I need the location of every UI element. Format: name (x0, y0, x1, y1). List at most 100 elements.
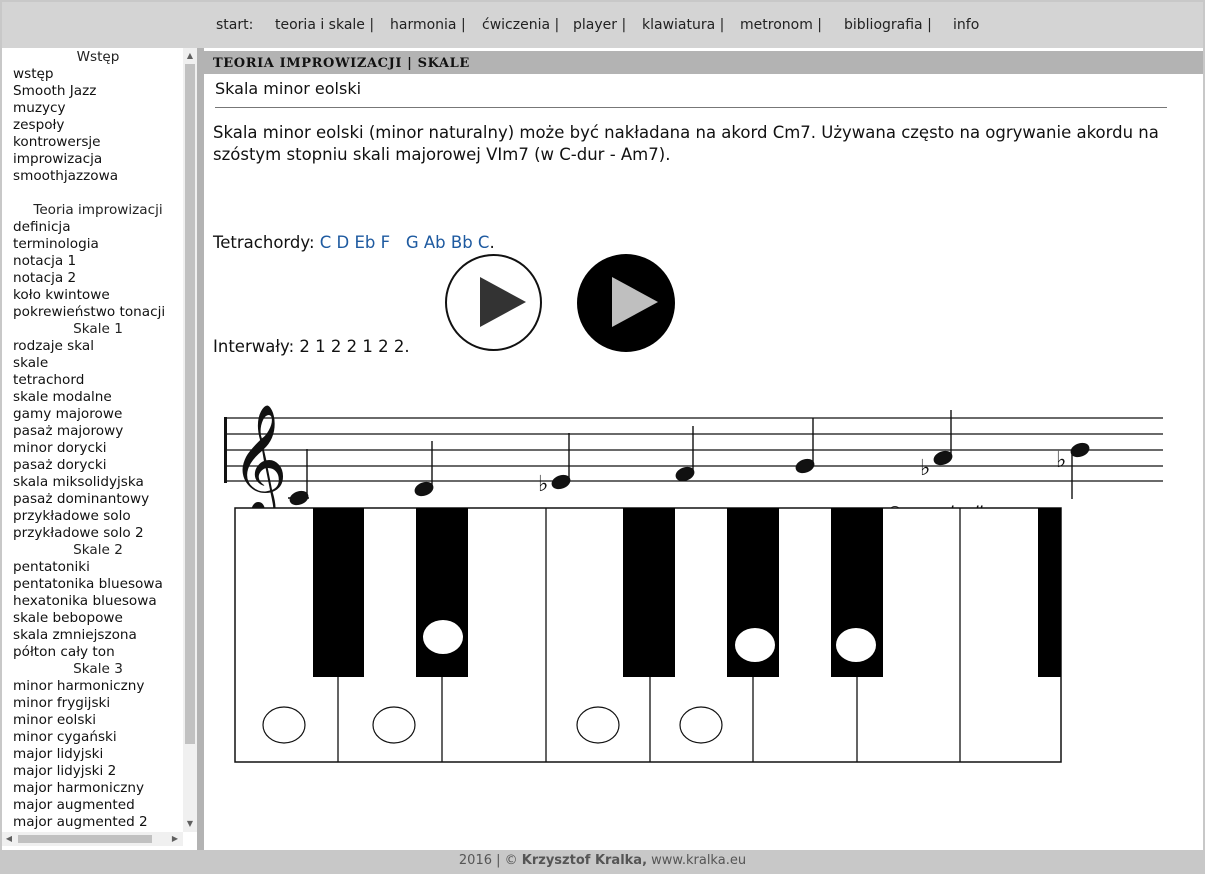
frame-divider[interactable] (197, 48, 204, 850)
sidebar-hscroll-thumb[interactable] (18, 835, 152, 843)
main-content: TEORIA IMPROWIZACJI | SKALE Skala minor … (204, 48, 1203, 850)
sidebar-item[interactable]: skala zmniejszona (13, 627, 183, 644)
sidebar-item[interactable]: tetrachord (13, 372, 183, 389)
sidebar-item[interactable]: rodzaje skal (13, 338, 183, 355)
staff-barline (224, 417, 227, 483)
marker-bb (836, 628, 876, 662)
sidebar-item[interactable]: pasaż dominantowy (13, 491, 183, 508)
sidebar-item[interactable]: skale (13, 355, 183, 372)
sidebar-item[interactable]: notacja 2 (13, 270, 183, 287)
flat-icon: ♭ (1056, 448, 1066, 473)
sidebar-item[interactable]: major augmented (13, 797, 183, 814)
staff-notation: 𝄞 ♭ ♭ ♭ © www.kralka.eu (224, 403, 1163, 521)
sidebar-item[interactable]: minor dorycki (13, 440, 183, 457)
footer-author: Krzysztof Kralka, (521, 853, 648, 868)
sidebar-item[interactable]: major lidyjski (13, 746, 183, 763)
scroll-up-icon[interactable]: ▲ (183, 51, 197, 60)
play-button-filled[interactable] (577, 254, 675, 352)
nav-teoria-i-skale[interactable]: teoria i skale | (275, 17, 374, 33)
scroll-left-icon[interactable]: ◀ (2, 834, 16, 843)
sidebar-item[interactable]: przykładowe solo 2 (13, 525, 183, 542)
piano-keyboard (234, 507, 1062, 763)
sidebar-item[interactable]: kontrowersje (13, 134, 183, 151)
top-navigation: start: teoria i skale | harmonia | ćwicz… (2, 2, 1203, 48)
black-key-fs[interactable] (623, 508, 675, 677)
flat-icon: ♭ (920, 456, 930, 481)
sidebar-item[interactable]: zespoły (13, 117, 183, 134)
nav-player[interactable]: player | (573, 17, 626, 33)
scroll-right-icon[interactable]: ▶ (168, 834, 182, 843)
sidebar-item[interactable]: smoothjazzowa (13, 168, 183, 185)
sidebar-item[interactable]: przykładowe solo (13, 508, 183, 525)
marker-f (576, 706, 620, 744)
nav-cwiczenia[interactable]: ćwiczenia | (482, 17, 559, 33)
sidebar-item[interactable]: major lidyjski 2 (13, 763, 183, 780)
marker-g (679, 706, 723, 744)
marker-eb (423, 620, 463, 654)
sidebar-item[interactable]: koło kwintowe (13, 287, 183, 304)
sidebar-item[interactable]: Smooth Jazz (13, 83, 183, 100)
footer: 2016 | © Krzysztof Kralka, www.kralka.eu (2, 850, 1203, 872)
tetrachords-label: Tetrachordy: (213, 233, 315, 252)
sidebar-item[interactable]: minor frygijski (13, 695, 183, 712)
nav-bibliografia[interactable]: bibliografia | (844, 17, 932, 33)
sidebar-item-active[interactable]: minor eolski (13, 712, 183, 729)
sidebar-item[interactable]: pokrewieństwo tonacji (13, 304, 183, 321)
tetrachords-end: . (489, 233, 495, 252)
title-divider (215, 107, 1167, 108)
scale-description: Skala minor eolski (minor naturalny) moż… (213, 123, 1159, 164)
black-key-cs[interactable] (313, 508, 364, 677)
section-title: TEORIA IMPROWIZACJI | SKALE (213, 56, 470, 71)
marker-d (372, 706, 416, 744)
nav-metronom[interactable]: metronom | (740, 17, 822, 33)
sidebar-heading-scales-2: Skale 2 (73, 542, 123, 558)
sidebar-item[interactable]: hexatonika bluesowa (13, 593, 183, 610)
sidebar-heading-scales-1: Skale 1 (73, 321, 123, 337)
black-key-cs-upper[interactable] (1038, 508, 1061, 677)
sidebar-item[interactable]: terminologia (13, 236, 183, 253)
sidebar-item[interactable]: wstęp (13, 66, 183, 83)
sidebar-item[interactable]: pasaż majorowy (13, 423, 183, 440)
sidebar-item[interactable]: skale modalne (13, 389, 183, 406)
sidebar-item[interactable]: definicja (13, 219, 183, 236)
footer-site: www.kralka.eu (647, 853, 747, 868)
sidebar-item[interactable]: muzycy (13, 100, 183, 117)
tetrachords-line: Tetrachordy: C D Eb F G Ab Bb C. (213, 233, 495, 252)
sidebar-item[interactable]: pasaż dorycki (13, 457, 183, 474)
sidebar-item[interactable]: skale bebopowe (13, 610, 183, 627)
sidebar-item[interactable]: improwizacja (13, 151, 183, 168)
sidebar-item[interactable]: major harmoniczny (13, 780, 183, 797)
sidebar-item[interactable]: minor cygański (13, 729, 183, 746)
footer-year: 2016 | © (458, 853, 522, 868)
sidebar-item[interactable]: notacja 1 (13, 253, 183, 270)
marker-ab (735, 628, 775, 662)
scale-notes: ♭ ♭ ♭ (288, 410, 1090, 506)
sidebar-item[interactable]: półton cały ton (13, 644, 183, 661)
intervals-line: Interwały: 2 1 2 2 1 2 2. (213, 337, 410, 356)
sidebar-heading-intro: Wstęp (76, 49, 120, 65)
section-header: TEORIA IMPROWIZACJI | SKALE (204, 51, 1203, 74)
nav-info[interactable]: info (953, 17, 979, 33)
play-icon (612, 277, 658, 327)
sidebar-item[interactable]: pentatonika bluesowa (13, 576, 183, 593)
nav-start-label: start: (216, 17, 254, 33)
sidebar-item[interactable]: pentatoniki (13, 559, 183, 576)
tetrachords-notes-link[interactable]: C D Eb F G Ab Bb C (320, 233, 490, 252)
sidebar-item[interactable]: minor harmoniczny (13, 678, 183, 695)
scroll-down-icon[interactable]: ▼ (183, 819, 197, 828)
nav-harmonia[interactable]: harmonia | (390, 17, 466, 33)
sidebar-item[interactable]: gamy majorowe (13, 406, 183, 423)
sidebar-scroll-thumb[interactable] (185, 64, 195, 744)
play-button-outline[interactable] (445, 254, 542, 351)
play-icon (480, 277, 526, 327)
sidebar-vertical-scrollbar[interactable]: ▲ ▼ (183, 48, 197, 832)
treble-clef-icon: 𝄞 (231, 403, 288, 520)
sidebar-item[interactable]: skala miksolidyjska (13, 474, 183, 491)
sidebar-item[interactable]: major augmented 2 (13, 814, 183, 831)
nav-klawiatura[interactable]: klawiatura | (642, 17, 724, 33)
sidebar: Wstęp wstęp Smooth Jazz muzycy zespoły k… (2, 48, 197, 850)
sidebar-heading-theory: Teoria improwizacji (33, 202, 163, 218)
sidebar-horizontal-scrollbar[interactable]: ◀ ▶ (2, 832, 183, 846)
sidebar-heading-scales-3: Skale 3 (73, 661, 123, 677)
page-title: Skala minor eolski (215, 79, 362, 98)
